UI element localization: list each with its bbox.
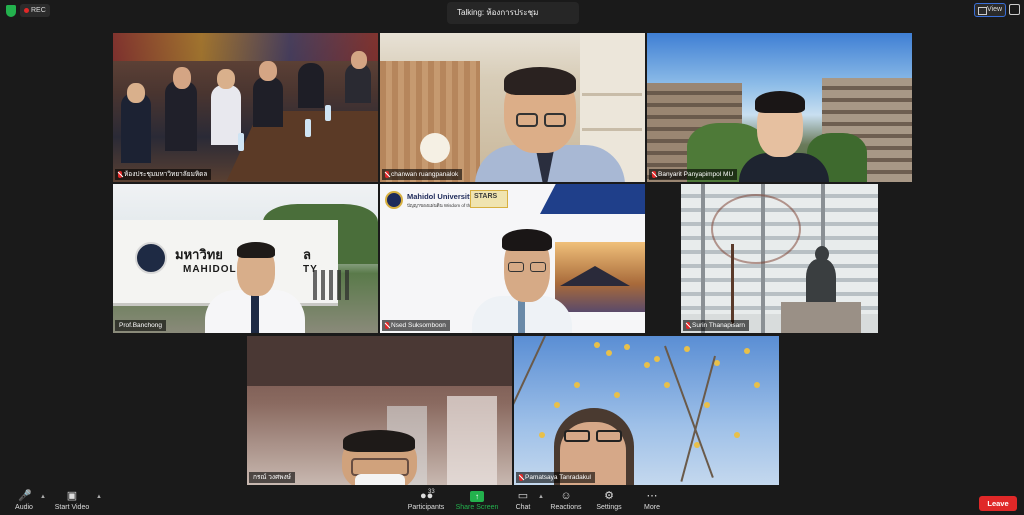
video-camera-off-icon: ▣	[66, 490, 78, 502]
participant-name: Pamatsaya Tanradakul	[525, 474, 592, 481]
video-tile-6[interactable]: Surin Thanapisarn	[681, 184, 878, 333]
participant-name: Surin Thanapisarn	[692, 322, 745, 329]
video-tile-8[interactable]: Pamatsaya Tanradakul	[514, 336, 779, 485]
participant-name-tag: Prof.Banchong	[115, 320, 167, 331]
participant-name: Prof.Banchong	[119, 322, 163, 329]
more-dots-icon: ⋯	[646, 490, 658, 502]
share-screen-button[interactable]: ↑ Share Screen	[455, 491, 499, 511]
start-video-label: Start Video	[54, 504, 90, 511]
settings-label: Settings	[596, 504, 622, 511]
more-label: More	[644, 504, 660, 511]
rec-label: REC	[31, 7, 46, 14]
participant-name-tag: Surin Thanapisarn	[683, 320, 749, 331]
view-button[interactable]: View	[974, 3, 1006, 17]
reactions-label: Reactions	[550, 504, 582, 511]
start-video-button[interactable]: ▣ Start Video	[52, 490, 92, 512]
building-sign-thai-end: ล	[303, 247, 311, 262]
chat-options-caret-icon[interactable]: ▲	[538, 494, 544, 500]
video-tile-1[interactable]: ห้องประชุมมหาวิทยาลัยมหิดล	[113, 33, 378, 182]
reactions-smiley-icon: ☺	[560, 490, 572, 502]
participant-name-tag: Nsed Suksomboon	[382, 320, 450, 331]
reactions-button[interactable]: ☺ Reactions	[549, 490, 583, 512]
security-shield-icon[interactable]	[6, 5, 16, 17]
participant-name: chanwan ruangpanalok	[391, 171, 459, 178]
participant-name: Banyarit Panyapimpol MU	[658, 171, 734, 178]
slide-stars-logo: STARS	[470, 190, 508, 208]
gear-icon: ⚙	[604, 490, 614, 502]
participant-name-tag: กรณ์ วงศพงษ์	[249, 472, 295, 483]
video-tile-7[interactable]: กรณ์ วงศพงษ์	[247, 336, 512, 485]
talking-indicator: Talking: ห้องการประชุม	[447, 2, 579, 24]
audio-label: Audio	[15, 504, 33, 511]
meeting-toolbar: 🎤 Audio ▲ ▣ Start Video ▲ ●● 33 Particip…	[0, 488, 1024, 515]
participants-button[interactable]: ●● 33 Participants	[406, 489, 446, 511]
share-screen-label: Share Screen	[455, 504, 499, 511]
slide-university-name: Mahidol University	[407, 192, 474, 201]
microphone-icon: 🎤	[18, 490, 32, 502]
fullscreen-icon[interactable]	[1009, 4, 1020, 15]
chat-button[interactable]: ▭ Chat	[512, 490, 534, 512]
building-sign-english: MAHIDOL	[183, 264, 237, 275]
leave-button[interactable]: Leave	[979, 496, 1017, 511]
participant-name: Nsed Suksomboon	[391, 322, 446, 329]
mic-muted-icon	[385, 171, 389, 178]
top-bar: REC Talking: ห้องการประชุม View	[0, 0, 1024, 24]
video-tile-4[interactable]: มหาวิทย ล MAHIDOL TY Prof.Banchong	[113, 184, 378, 333]
chat-bubble-icon: ▭	[517, 490, 529, 502]
mic-muted-icon	[686, 322, 690, 329]
mic-muted-icon	[118, 171, 122, 178]
share-screen-icon: ↑	[470, 491, 484, 502]
video-tile-5[interactable]: Mahidol University ปัญญาของแผ่นดิน Wisdo…	[380, 184, 645, 333]
record-dot-icon	[24, 8, 29, 13]
settings-button[interactable]: ⚙ Settings	[595, 490, 623, 512]
participants-label: Participants	[407, 504, 445, 511]
mic-muted-icon	[652, 171, 656, 178]
participant-name-tag: Pamatsaya Tanradakul	[516, 472, 596, 483]
building-sign-thai: มหาวิทย	[175, 247, 223, 262]
participant-name-tag: ห้องประชุมมหาวิทยาลัยมหิดล	[115, 169, 212, 180]
video-tile-3[interactable]: Banyarit Panyapimpol MU	[647, 33, 912, 182]
mic-muted-icon	[385, 322, 389, 329]
participant-name: ห้องประชุมมหาวิทยาลัยมหิดล	[124, 171, 208, 178]
mic-muted-icon	[519, 474, 523, 481]
audio-button[interactable]: 🎤 Audio	[12, 490, 36, 512]
video-options-caret-icon[interactable]: ▲	[96, 494, 102, 500]
recording-badge[interactable]: REC	[20, 4, 50, 17]
audio-options-caret-icon[interactable]: ▲	[40, 494, 46, 500]
participant-name: กรณ์ วงศพงษ์	[253, 474, 291, 481]
participant-name-tag: Banyarit Panyapimpol MU	[649, 169, 738, 180]
video-tile-2[interactable]: chanwan ruangpanalok	[380, 33, 645, 182]
more-button[interactable]: ⋯ More	[640, 490, 664, 512]
participant-name-tag: chanwan ruangpanalok	[382, 169, 463, 180]
chat-label: Chat	[515, 504, 531, 511]
participants-count: 33	[428, 489, 435, 495]
